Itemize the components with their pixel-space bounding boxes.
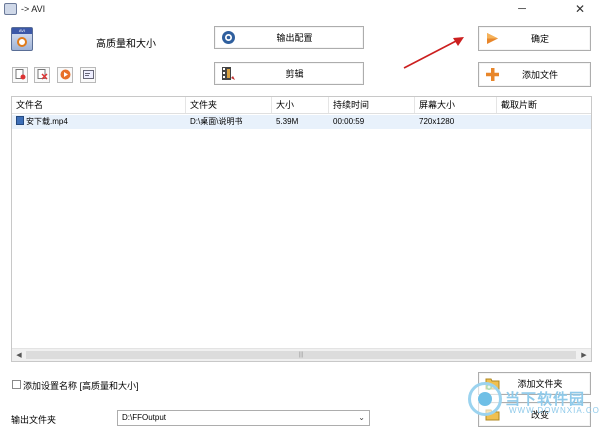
minimize-button[interactable]: ─	[510, 2, 534, 18]
annotation-arrow	[403, 37, 464, 69]
arrow-right-icon	[485, 31, 500, 46]
clear-list-button[interactable]	[34, 67, 50, 83]
ok-button[interactable]: 确定	[478, 26, 591, 51]
video-file-icon	[16, 116, 24, 125]
column-clip[interactable]: 截取片断	[497, 97, 591, 113]
output-config-label: 输出配置	[276, 33, 313, 43]
avi-file-icon: AVI	[11, 27, 33, 51]
output-config-button[interactable]: 输出配置	[214, 26, 364, 49]
chevron-down-icon: ⌄	[358, 413, 365, 422]
edit-label: 剪辑	[285, 69, 304, 79]
add-file-button[interactable]: 添加文件	[478, 62, 591, 87]
edit-button[interactable]: 剪辑	[214, 62, 364, 85]
output-folder-label: 输出文件夹	[11, 415, 57, 425]
scroll-right-icon[interactable]: ▶	[579, 351, 589, 360]
plus-icon	[485, 67, 500, 82]
watermark-url: WWW.DOWNXIA.COM	[509, 406, 600, 415]
settings-icon	[221, 30, 236, 45]
file-clip	[497, 115, 591, 129]
media-info-icon	[82, 69, 94, 82]
close-button[interactable]: ✕	[568, 2, 592, 18]
column-size[interactable]: 大小	[272, 97, 329, 113]
media-info-button[interactable]	[80, 67, 96, 83]
scroll-grip-icon: |||	[298, 352, 304, 358]
add-file-label: 添加文件	[521, 70, 558, 80]
watermark-logo-icon	[468, 382, 502, 416]
table-row[interactable]: 安下载.mp4 D:\桌面\说明书 5.39M 00:00:59 720x128…	[12, 115, 591, 129]
file-folder: D:\桌面\说明书	[190, 117, 243, 126]
table-header: 文件名 文件夹 大小 持续时间 屏幕大小 截取片断	[12, 97, 591, 114]
window-title: -> AVI	[21, 4, 46, 14]
file-duration: 00:00:59	[333, 117, 365, 126]
ok-label: 确定	[530, 34, 549, 44]
app-icon	[4, 3, 17, 15]
column-duration[interactable]: 持续时间	[329, 97, 415, 113]
column-screen-size[interactable]: 屏幕大小	[415, 97, 497, 113]
clear-list-icon	[37, 68, 48, 82]
horizontal-scrollbar[interactable]: ◀ ||| ▶	[12, 348, 591, 361]
file-screen-size: 720x1280	[419, 117, 455, 126]
play-button[interactable]	[57, 67, 73, 83]
play-icon	[60, 69, 71, 82]
scroll-left-icon[interactable]: ◀	[14, 351, 24, 360]
output-folder-select[interactable]: D:\FFOutput ⌄	[117, 410, 370, 426]
file-size: 5.39M	[276, 117, 299, 126]
file-name: 安下载.mp4	[26, 117, 68, 126]
add-setting-name-checkbox[interactable]	[12, 380, 21, 389]
file-table[interactable]: 文件名 文件夹 大小 持续时间 屏幕大小 截取片断 安下载.mp4 D:\桌面\…	[11, 96, 592, 362]
output-folder-value: D:\FFOutput	[122, 413, 167, 422]
profile-label: 高质量和大小	[96, 39, 156, 50]
add-setting-name-label: 添加设置名称 [高质量和大小]	[23, 381, 139, 391]
film-edit-icon	[221, 66, 236, 81]
column-folder[interactable]: 文件夹	[186, 97, 272, 113]
remove-file-icon	[15, 68, 26, 82]
column-filename[interactable]: 文件名	[12, 97, 186, 113]
remove-file-button[interactable]	[12, 67, 28, 83]
